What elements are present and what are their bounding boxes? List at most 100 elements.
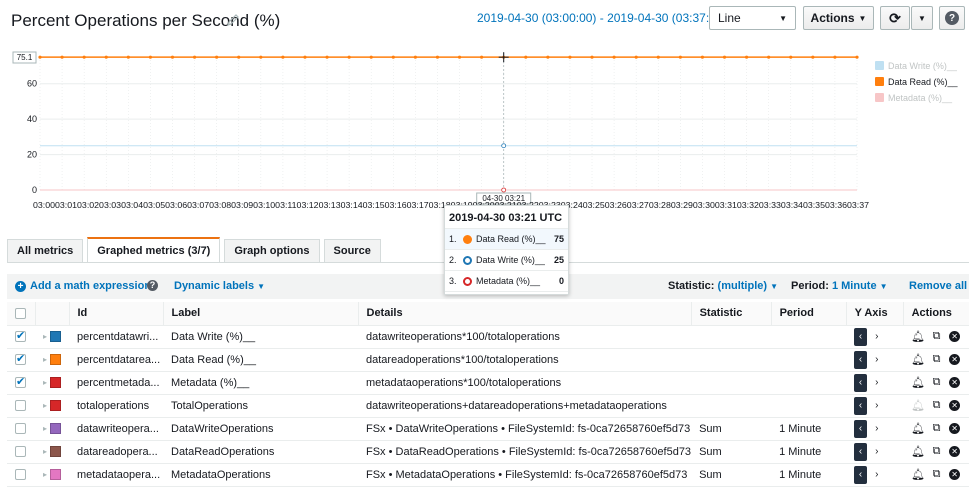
- label-cell[interactable]: MetadataOperations: [163, 463, 358, 487]
- duplicate-icon[interactable]: ⧉: [930, 445, 943, 458]
- color-cell[interactable]: ▸: [35, 463, 69, 487]
- remove-all-button[interactable]: Remove all: [909, 280, 967, 292]
- color-swatch[interactable]: [50, 469, 62, 480]
- tab-all-metrics[interactable]: All metrics: [7, 239, 84, 262]
- table-row[interactable]: ▸ totaloperations TotalOperations datawrite…: [7, 394, 969, 418]
- y-axis-right-button[interactable]: ›: [875, 377, 878, 388]
- table-row[interactable]: ▸ metadataopera... MetadataOperations FSx •…: [7, 463, 969, 487]
- drag-handle-icon[interactable]: ▸: [43, 378, 47, 387]
- close-icon[interactable]: ✕: [949, 423, 961, 434]
- details-cell[interactable]: FSx • DataReadOperations • FileSystemId:…: [358, 440, 692, 464]
- info-icon[interactable]: ?: [147, 280, 158, 291]
- period-cell[interactable]: 1 Minute: [771, 463, 847, 487]
- row-checkbox[interactable]: [15, 446, 26, 458]
- y-axis-left-button[interactable]: ‹: [854, 419, 868, 438]
- table-row[interactable]: ▸ percentdatawri...Data Write (%)__datawr…: [7, 325, 969, 349]
- period-cell[interactable]: 1 Minute: [771, 440, 847, 464]
- period-cell[interactable]: 1 Minute: [771, 417, 847, 441]
- close-icon[interactable]: ✕: [949, 400, 961, 411]
- row-checkbox[interactable]: [15, 400, 26, 412]
- row-checkbox[interactable]: [15, 469, 26, 481]
- duplicate-icon[interactable]: ⧉: [930, 399, 943, 412]
- id-header[interactable]: Id: [69, 302, 164, 326]
- row-select-cell[interactable]: [7, 348, 35, 372]
- duplicate-icon[interactable]: ⧉: [930, 330, 943, 343]
- close-icon[interactable]: ✕: [949, 331, 961, 342]
- select-all-header[interactable]: [7, 302, 36, 326]
- color-cell[interactable]: ▸: [35, 417, 69, 441]
- y-axis-right-button[interactable]: ›: [875, 354, 878, 365]
- legend-item[interactable]: Data Read (%)__: [875, 74, 958, 89]
- id-cell[interactable]: metadataopera...: [69, 463, 163, 487]
- drag-handle-icon[interactable]: ▸: [43, 447, 47, 456]
- period-header[interactable]: Period: [771, 302, 847, 326]
- y-axis-left-button[interactable]: ‹: [854, 350, 868, 369]
- statistic-cell[interactable]: [691, 394, 772, 418]
- id-cell[interactable]: percentdatarea...: [69, 348, 163, 372]
- color-cell[interactable]: ▸: [35, 440, 69, 464]
- tab-graphed-metrics[interactable]: Graphed metrics (3/7): [87, 237, 221, 262]
- actions-button[interactable]: Actions ▼: [803, 6, 874, 30]
- close-icon[interactable]: ✕: [949, 469, 961, 480]
- help-button[interactable]: ?: [939, 6, 965, 30]
- period-cell[interactable]: [771, 325, 847, 349]
- line-chart[interactable]: 020406075.104-30 03:2103:0003:0103:0203:…: [0, 40, 974, 220]
- label-header[interactable]: Label: [163, 302, 359, 326]
- id-cell[interactable]: percentmetada...: [69, 371, 163, 395]
- y-axis-right-button[interactable]: ›: [875, 469, 878, 480]
- row-checkbox[interactable]: [15, 352, 26, 366]
- row-checkbox[interactable]: [15, 375, 26, 389]
- date-range-picker[interactable]: 2019-04-30 (03:00:00) - 2019-04-30 (03:3…: [477, 11, 738, 25]
- dynamic-labels-dropdown[interactable]: Dynamic labels ▼: [174, 280, 265, 292]
- close-icon[interactable]: ✕: [949, 354, 961, 365]
- drag-handle-icon[interactable]: ▸: [43, 424, 47, 433]
- color-swatch[interactable]: [50, 354, 62, 365]
- color-cell[interactable]: ▸: [35, 348, 69, 372]
- label-cell[interactable]: Data Write (%)__: [163, 325, 358, 349]
- color-swatch[interactable]: [50, 377, 62, 388]
- statistic-cell[interactable]: [691, 348, 772, 372]
- table-row[interactable]: ▸ percentdatarea...Data Read (%)__datarea…: [7, 348, 969, 372]
- color-swatch[interactable]: [50, 400, 62, 411]
- tab-source[interactable]: Source: [323, 239, 381, 262]
- color-cell[interactable]: ▸: [35, 371, 69, 395]
- duplicate-icon[interactable]: ⧉: [930, 422, 943, 435]
- bell-icon[interactable]: 🔔︎: [911, 422, 925, 435]
- row-select-cell[interactable]: [7, 371, 35, 395]
- add-math-expression-button[interactable]: + Add a math expression: [15, 280, 151, 292]
- statistic-cell[interactable]: Sum: [691, 440, 772, 464]
- label-cell[interactable]: DataWriteOperations: [163, 417, 358, 441]
- statistic-cell[interactable]: Sum: [691, 463, 772, 487]
- y-axis-left-button[interactable]: ‹: [854, 442, 868, 461]
- bell-icon[interactable]: 🔔︎: [911, 399, 925, 412]
- pencil-icon[interactable]: [226, 13, 240, 27]
- color-cell[interactable]: ▸: [35, 394, 69, 418]
- select-all-checkbox[interactable]: [15, 307, 26, 319]
- label-cell[interactable]: DataReadOperations: [163, 440, 358, 464]
- duplicate-icon[interactable]: ⧉: [930, 376, 943, 389]
- y-axis-left-button[interactable]: ‹: [854, 465, 868, 484]
- details-cell[interactable]: metadataoperations*100/totaloperations: [358, 371, 692, 395]
- statistic-selector[interactable]: Statistic: (multiple) ▼: [668, 280, 778, 292]
- drag-handle-icon[interactable]: ▸: [43, 401, 47, 410]
- details-cell[interactable]: datawriteoperations+datareadoperations+m…: [358, 394, 692, 418]
- table-row[interactable]: ▸ datawriteopera... DataWriteOperations FSx…: [7, 417, 969, 441]
- label-cell[interactable]: Metadata (%)__: [163, 371, 358, 395]
- bell-icon[interactable]: 🔔︎: [911, 353, 925, 366]
- table-row[interactable]: ▸ percentmetada...Metadata (%)__metadatao…: [7, 371, 969, 395]
- legend-item[interactable]: Data Write (%)__: [875, 58, 958, 73]
- y-axis-left-button[interactable]: ‹: [854, 327, 868, 346]
- color-cell[interactable]: ▸: [35, 325, 69, 349]
- y-axis-left-button[interactable]: ‹: [854, 373, 868, 392]
- id-cell[interactable]: percentdatawri...: [69, 325, 163, 349]
- refresh-options-button[interactable]: ▼: [911, 6, 933, 30]
- row-checkbox[interactable]: [15, 329, 26, 343]
- label-cell[interactable]: TotalOperations: [163, 394, 358, 418]
- view-type-select[interactable]: Line ▼: [709, 6, 796, 30]
- period-cell[interactable]: [771, 394, 847, 418]
- duplicate-icon[interactable]: ⧉: [930, 468, 943, 481]
- bell-icon[interactable]: 🔔︎: [911, 468, 925, 481]
- duplicate-icon[interactable]: ⧉: [930, 353, 943, 366]
- id-cell[interactable]: datareadopera...: [69, 440, 163, 464]
- refresh-button[interactable]: ⟳: [880, 6, 910, 30]
